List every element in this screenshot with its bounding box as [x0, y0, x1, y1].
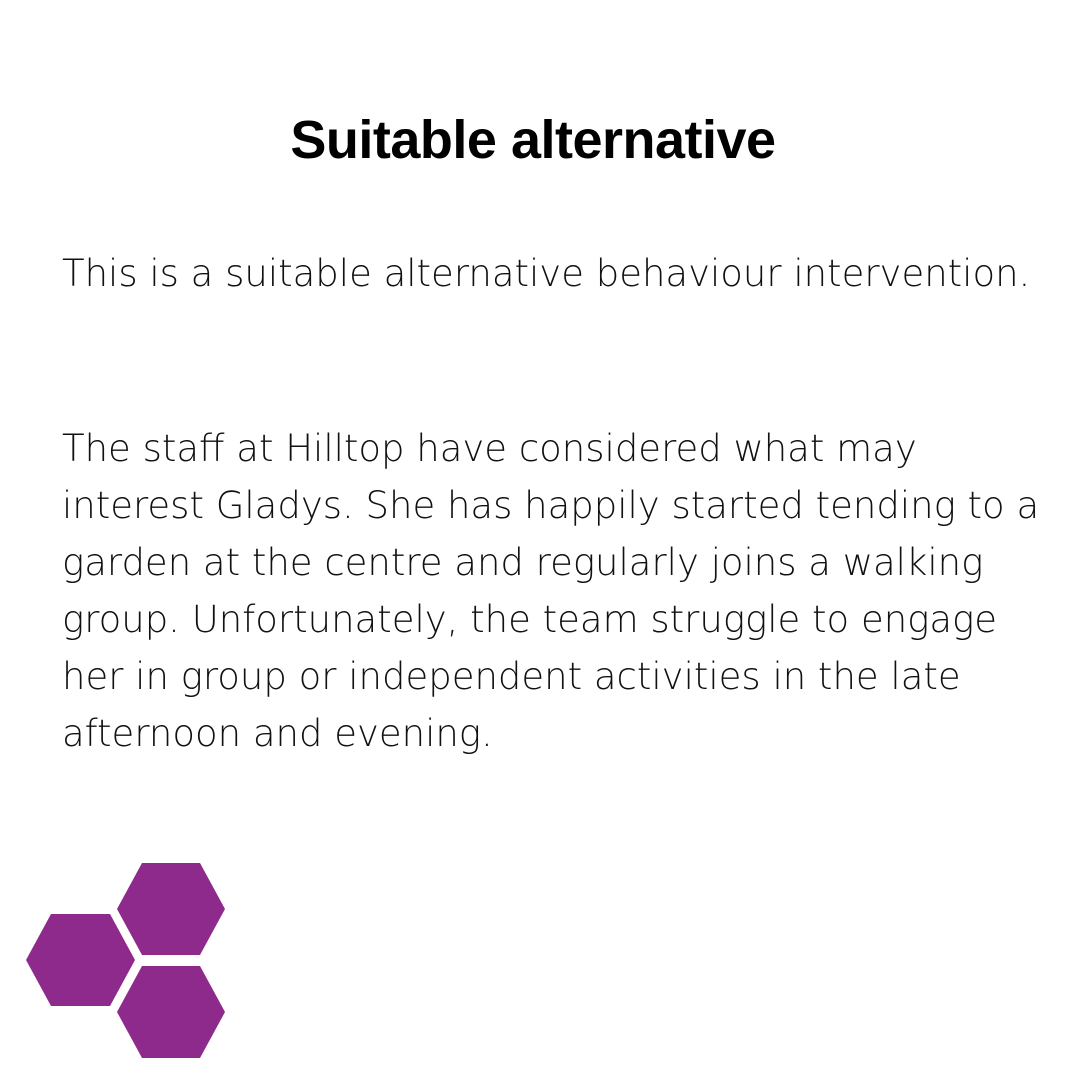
intro-paragraph: This is a suitable alternative behaviour… [62, 252, 1031, 295]
hexagon-top-icon [117, 863, 225, 955]
hexagon-left-icon [26, 914, 135, 1006]
description-paragraph: The staff at Hilltop have considered wha… [62, 427, 1040, 755]
hexagon-bottom-icon [117, 966, 225, 1058]
page-title: Suitable alternative [290, 110, 776, 170]
hexagon-cluster-icon [26, 863, 225, 1058]
